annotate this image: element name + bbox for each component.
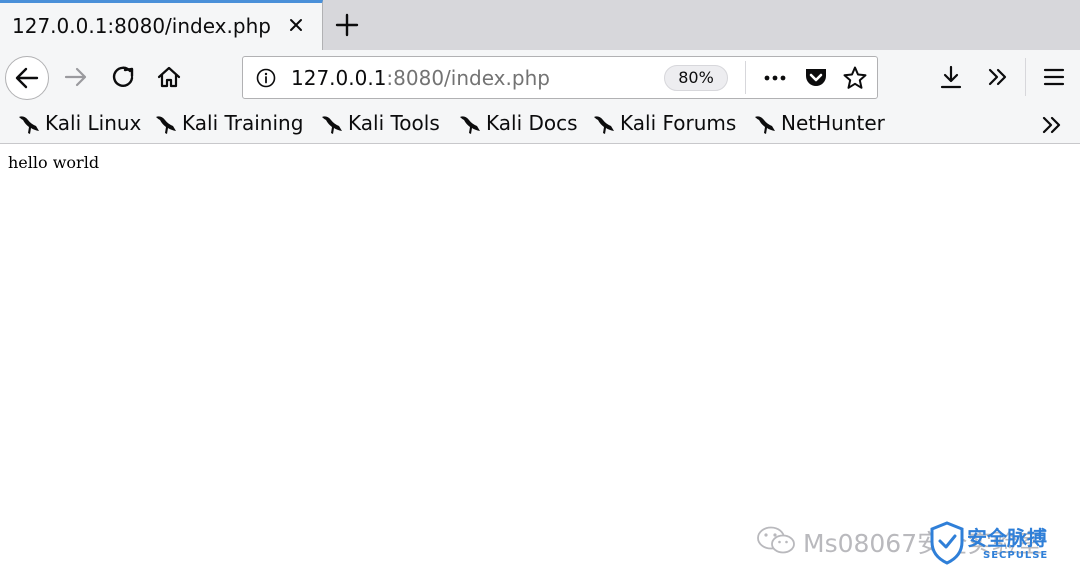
tab-active[interactable]: 127.0.0.1:8080/index.php (0, 0, 323, 50)
shield-icon (930, 521, 964, 565)
bookmark-label: NetHunter (781, 111, 885, 135)
url-bar-divider (745, 61, 746, 94)
kali-dragon-icon (592, 113, 616, 137)
bookmark-label: Kali Training (182, 111, 304, 135)
bookmark-label: Kali Forums (620, 111, 737, 135)
url-host: 127.0.0.1 (291, 66, 387, 90)
pocket-icon[interactable] (802, 65, 830, 91)
plus-icon[interactable] (330, 6, 364, 44)
zoom-level-button[interactable]: 80% (664, 65, 728, 91)
bookmarks-toolbar: Kali Linux Kali Training Kali Tools Kali… (0, 104, 1080, 144)
more-icon[interactable] (761, 65, 789, 91)
secpulse-logo: 安全脉搏 SECPULSE (927, 520, 1075, 568)
bookmark-label: Kali Linux (45, 111, 142, 135)
close-icon[interactable] (282, 11, 310, 39)
chevron-double-right-icon[interactable] (983, 62, 1013, 92)
url-bar[interactable]: 127.0.0.1:8080/index.php 80% (242, 56, 878, 99)
url-text[interactable]: 127.0.0.1:8080/index.php (291, 66, 550, 90)
kali-dragon-icon (320, 113, 344, 137)
bookmark-label: Kali Docs (486, 111, 578, 135)
wechat-icon (755, 524, 797, 558)
download-icon[interactable] (936, 62, 966, 92)
info-icon[interactable] (255, 67, 277, 89)
tab-strip: 127.0.0.1:8080/index.php (0, 0, 1080, 50)
kali-dragon-icon (458, 113, 482, 137)
kali-dragon-icon (753, 113, 777, 137)
logo-subtitle: SECPULSE (983, 550, 1049, 561)
toolbar-divider (1025, 58, 1026, 96)
home-icon[interactable] (154, 62, 184, 92)
tab-title: 127.0.0.1:8080/index.php (12, 14, 271, 38)
bookmark-label: Kali Tools (348, 111, 440, 135)
back-arrow-icon[interactable] (5, 56, 49, 100)
star-icon[interactable] (841, 65, 869, 91)
page-body-text: hello world (8, 153, 100, 172)
kali-dragon-icon (17, 113, 41, 137)
navigation-toolbar: 127.0.0.1:8080/index.php 80% (0, 50, 1080, 104)
logo-title: 安全脉搏 (967, 526, 1047, 550)
kali-dragon-icon (154, 113, 178, 137)
chevron-double-right-icon[interactable] (1038, 112, 1066, 138)
watermark: Ms08067安全实验室 安全脉搏 SECPULSE (755, 518, 1075, 568)
hamburger-menu-icon[interactable] (1039, 62, 1069, 92)
reload-icon[interactable] (108, 62, 138, 92)
forward-arrow-icon[interactable] (61, 62, 91, 92)
url-path: :8080/index.php (386, 66, 550, 90)
